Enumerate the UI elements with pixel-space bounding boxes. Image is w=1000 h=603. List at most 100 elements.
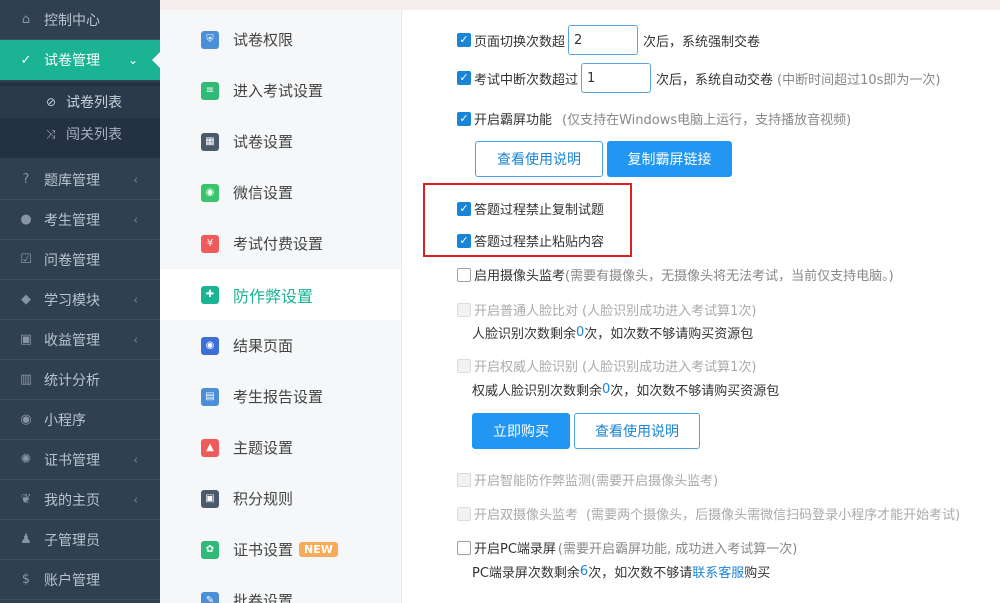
- chevron-icon: ‹: [133, 452, 138, 467]
- sidebar-item-1[interactable]: ✓ 试卷管理 ⌄: [0, 40, 160, 80]
- sidebar-item-7[interactable]: ▥ 统计分析: [0, 360, 160, 400]
- sidebar-item-label: 试卷管理: [44, 53, 100, 69]
- face-guide-button[interactable]: 查看使用说明: [574, 413, 700, 449]
- menu-item-label: 试卷设置: [233, 133, 294, 151]
- face-auth-checkbox[interactable]: [457, 358, 471, 373]
- menu-item-1[interactable]: ≡ 进入考试设置: [160, 65, 401, 116]
- dual-camera-label: 开启双摄像头监考: [474, 508, 579, 523]
- sidebar-item-5[interactable]: ◆ 学习模块 ‹: [0, 280, 160, 320]
- dual-camera-note: (需要两个摄像头，后摄像头需微信扫码登录小程序才能开始考试): [586, 508, 961, 523]
- page-switch-checkbox[interactable]: ✓: [457, 33, 471, 47]
- copy-lock-link-button[interactable]: 复制霸屏链接: [607, 141, 732, 177]
- sidebar-item-2[interactable]: ? 题库管理 ‹: [0, 160, 160, 200]
- submenu-item-label: 闯关列表: [66, 127, 122, 143]
- page-switch-suffix: 次后，系统强制交卷: [643, 34, 761, 50]
- sidebar-item-10[interactable]: ❦ 我的主页 ‹: [0, 480, 160, 520]
- menu-item-11[interactable]: ✎ 批卷设置: [160, 575, 401, 603]
- menu-item-label: 积分规则: [233, 490, 294, 508]
- lock-screen-label: 开启霸屏功能: [474, 113, 553, 128]
- camera-row: 启用摄像头监考 (需要有摄像头，无摄像头将无法考试，当前仅支持电脑。): [457, 265, 894, 284]
- pc-record-label: 开启PC端录屏: [474, 542, 556, 557]
- menu-item-5[interactable]: ✚ 防作弊设置: [160, 269, 401, 320]
- camera-note: (需要有摄像头，无摄像头将无法考试，当前仅支持电脑。): [565, 269, 894, 284]
- gear-icon: ✺: [20, 452, 32, 467]
- menu-item-label: 考生报告设置: [233, 388, 324, 406]
- submenu-item-1[interactable]: ⤨ 闯关列表: [0, 118, 160, 150]
- menu-item-label: 进入考试设置: [233, 82, 324, 100]
- menu-item-0[interactable]: ⛨ 试卷权限: [160, 14, 401, 65]
- menu-item-8[interactable]: ▲ 主题设置: [160, 422, 401, 473]
- pc-record-checkbox[interactable]: [457, 540, 471, 555]
- dual-camera-checkbox[interactable]: [457, 506, 471, 521]
- chevron-icon: ⌄: [127, 53, 138, 67]
- smart-anticheat-checkbox[interactable]: [457, 472, 471, 487]
- sidebar-item-label: 子管理员: [44, 532, 100, 549]
- menu-item-3[interactable]: ◉ 微信设置: [160, 167, 401, 218]
- sidebar-item-4[interactable]: ☑ 问卷管理: [0, 240, 160, 280]
- graduation-cap-icon: ◆: [21, 292, 31, 307]
- check-circle-icon: ✓: [20, 52, 32, 68]
- eye-icon: ◉: [201, 336, 219, 355]
- lock-screen-guide-button[interactable]: 查看使用说明: [475, 141, 603, 177]
- dollar-icon: $: [21, 572, 31, 587]
- edit-icon: ✎: [201, 591, 219, 603]
- sidebar-item-0[interactable]: ⌂ 控制中心: [0, 0, 160, 40]
- sidebar-item-8[interactable]: ◉ 小程序: [0, 400, 160, 440]
- face-auth-row: 开启权威人脸识别 (人脸识别成功进入考试算1次): [457, 356, 756, 375]
- pc-record-remain-suffix: 购买: [744, 566, 771, 581]
- chevron-icon: ‹: [133, 212, 138, 227]
- sidebar-item-label: 考生管理: [44, 212, 100, 229]
- money-icon: ▣: [19, 332, 33, 347]
- shield-icon: ⛨: [201, 30, 219, 49]
- sidebar-item-label: 账户管理: [44, 572, 100, 589]
- submenu-item-0[interactable]: ⊘ 试卷列表: [0, 86, 160, 118]
- menu-item-2[interactable]: ▦ 试卷设置: [160, 116, 401, 167]
- menu-item-label: 结果页面: [233, 337, 294, 355]
- page-switch-input[interactable]: [568, 25, 639, 55]
- interrupt-note: (中断时间超过10s即为一次): [777, 72, 941, 88]
- interrupt-input[interactable]: [581, 63, 652, 93]
- face-compare-checkbox[interactable]: [457, 302, 471, 317]
- pc-record-remain-count: 6: [579, 564, 589, 579]
- sidebar-item-12[interactable]: $ 账户管理: [0, 560, 160, 600]
- sidebar-item-label: 我的主页: [44, 492, 100, 509]
- face-compare-note: (人脸识别成功进入考试算1次): [582, 304, 757, 319]
- contact-support-link[interactable]: 联系客服: [692, 562, 744, 581]
- wechat-icon: ◉: [201, 183, 219, 202]
- wechat-icon: ◉: [20, 412, 32, 427]
- sidebar-item-3[interactable]: ● 考生管理 ‹: [0, 200, 160, 240]
- user-tie-icon: ♟: [20, 532, 32, 547]
- menu-item-7[interactable]: ▤ 考生报告设置: [160, 371, 401, 422]
- pc-record-remain-prefix: PC端录屏次数剩余: [472, 566, 580, 581]
- smart-anticheat-label: 开启智能防作弊监测: [474, 474, 592, 489]
- face-compare-remaining: 人脸识别次数剩余 0 次，如次数不够请购买资源包: [472, 323, 753, 342]
- menu-item-4[interactable]: ¥ 考试付费设置: [160, 218, 401, 269]
- sidebar-item-label: 控制中心: [44, 12, 100, 29]
- face-compare-row: 开启普通人脸比对 (人脸识别成功进入考试算1次): [457, 300, 756, 319]
- menu-item-6[interactable]: ◉ 结果页面: [160, 320, 401, 371]
- face-auth-remain-prefix: 权威人脸识别次数剩余: [472, 384, 603, 399]
- face-auth-remain-suffix: 次，如次数不够请购买资源包: [610, 384, 780, 399]
- face-auth-remain-count: 0: [602, 382, 611, 397]
- submenu-item-label: 试卷列表: [66, 95, 122, 111]
- menu-item-10[interactable]: ✿ 证书设置 NEW: [160, 524, 401, 575]
- lock-screen-checkbox[interactable]: ✓: [457, 111, 471, 126]
- sidebar-item-11[interactable]: ♟ 子管理员: [0, 520, 160, 560]
- sidebar-item-9[interactable]: ✺ 证书管理 ‹: [0, 440, 160, 480]
- camera-label: 启用摄像头监考: [474, 269, 566, 284]
- chevron-icon: ‹: [133, 172, 138, 187]
- calculator-icon: ▦: [201, 132, 219, 151]
- sidebar-item-label: 题库管理: [44, 172, 100, 189]
- left-sidebar: ⊘ 试卷列表 ⤨ 闯关列表 ⌂ 控制中心 ✓ 试卷管理 ⌄? 题库管理 ‹ ● 考生管理 ‹ ☑ 问卷管理 ◆…: [0, 0, 160, 603]
- sidebar-item-label: 学习模块: [44, 292, 100, 309]
- interrupt-checkbox[interactable]: ✓: [457, 71, 471, 85]
- yen-icon: ¥: [201, 234, 219, 253]
- interrupt-row: ✓ 考试中断次数超过 次后，系统自动交卷 (中断时间超过10s即为一次): [457, 63, 941, 93]
- smart-anticheat-row: 开启智能防作弊监测 (需要开启摄像头监考): [457, 470, 718, 489]
- submenu-exam-management: ⊘ 试卷列表 ⤨ 闯关列表: [0, 82, 160, 158]
- menu-item-9[interactable]: ▣ 积分规则: [160, 473, 401, 524]
- camera-checkbox[interactable]: [457, 267, 471, 282]
- pc-record-remaining: PC端录屏次数剩余 6 次，如次数不够请 联系客服 购买: [472, 562, 770, 581]
- sidebar-item-6[interactable]: ▣ 收益管理 ‹: [0, 320, 160, 360]
- buy-now-button[interactable]: 立即购买: [472, 413, 570, 449]
